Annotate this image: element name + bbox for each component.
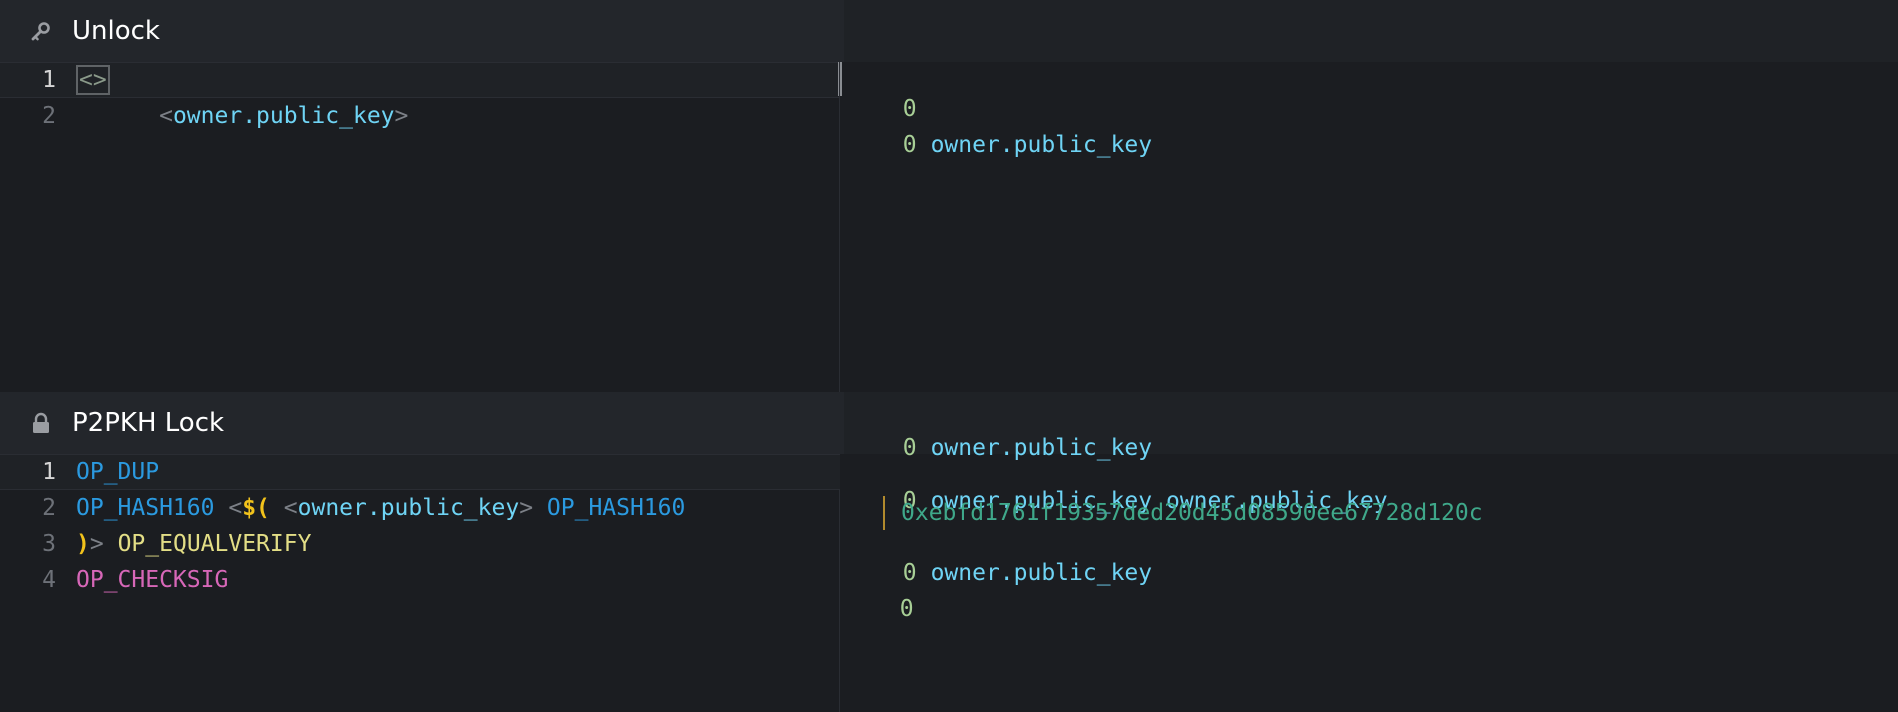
stack-item: owner.public_key bbox=[930, 560, 1153, 586]
line-number: 3 bbox=[42, 531, 56, 557]
push-close: > bbox=[394, 103, 409, 129]
evaluation-close: ) bbox=[76, 531, 90, 557]
stack-item: 0 bbox=[902, 435, 917, 461]
push-open: < bbox=[159, 103, 173, 129]
stack-item: 0 bbox=[899, 596, 914, 622]
stack-item: owner.public_key bbox=[930, 132, 1153, 158]
lock-line-2[interactable]: 2 OP_HASH160 <$( <owner.public_key> OP_H… bbox=[0, 490, 840, 526]
hash-marker bbox=[883, 496, 885, 530]
unlock-title: Unlock bbox=[72, 16, 160, 46]
line-number: 2 bbox=[42, 495, 56, 521]
opcode-token[interactable]: OP_HASH160 bbox=[76, 495, 214, 521]
line-number: 2 bbox=[42, 103, 56, 129]
variable-token[interactable]: owner.public_key bbox=[173, 103, 395, 129]
opcode-token[interactable]: OP_CHECKSIG bbox=[76, 567, 228, 593]
opcode-token[interactable]: OP_EQUALVERIFY bbox=[118, 531, 312, 557]
line-number: 1 bbox=[42, 459, 56, 485]
unlock-line-2[interactable]: 2 <owner.public_key> bbox=[0, 98, 840, 134]
lock-icon bbox=[26, 408, 56, 438]
stack-item: 0 bbox=[902, 132, 917, 158]
lock-editor[interactable]: 1 OP_DUP 2 OP_HASH160 <$( <owner.public_… bbox=[0, 454, 840, 712]
line-number: 4 bbox=[42, 567, 56, 593]
unlock-pane-header: Unlock bbox=[0, 0, 844, 62]
opcode-token[interactable]: OP_DUP bbox=[76, 459, 159, 485]
lock-line-4[interactable]: 4 OP_CHECKSIG bbox=[0, 562, 840, 598]
unlock-editor[interactable]: 1 < > 2 <owner.public_key> bbox=[0, 62, 840, 392]
unlock-state-line-2: 0 owner.public_key bbox=[875, 106, 1152, 158]
lock-title: P2PKH Lock bbox=[72, 408, 225, 438]
opcode-token[interactable]: OP_HASH160 bbox=[547, 495, 685, 521]
key-icon bbox=[26, 16, 56, 46]
lock-state-line-4: 0 bbox=[872, 570, 928, 622]
lock-state-line-2: 0xebfd1761f19357ded20d45d08590ee67728d12… bbox=[883, 496, 1483, 530]
unlock-state-header-strip bbox=[844, 0, 1898, 62]
stack-item: owner.public_key bbox=[930, 435, 1153, 461]
lock-line-1[interactable]: 1 OP_DUP bbox=[0, 454, 840, 490]
lock-state-initial: 0 owner.public_key bbox=[875, 409, 1152, 461]
lock-line-3[interactable]: 3 )> OP_EQUALVERIFY bbox=[0, 526, 840, 562]
lock-pane-header: P2PKH Lock bbox=[0, 392, 844, 454]
push-open: < bbox=[228, 495, 243, 521]
push-open: < bbox=[283, 495, 298, 521]
line-number: 1 bbox=[42, 67, 56, 93]
evaluation-open: $( bbox=[242, 495, 270, 521]
push-close: > bbox=[89, 531, 104, 557]
hash-value: 0xebfd1761f19357ded20d45d08590ee67728d12… bbox=[901, 500, 1483, 526]
push-close: > bbox=[519, 495, 534, 521]
variable-token[interactable]: owner.public_key bbox=[298, 495, 520, 521]
